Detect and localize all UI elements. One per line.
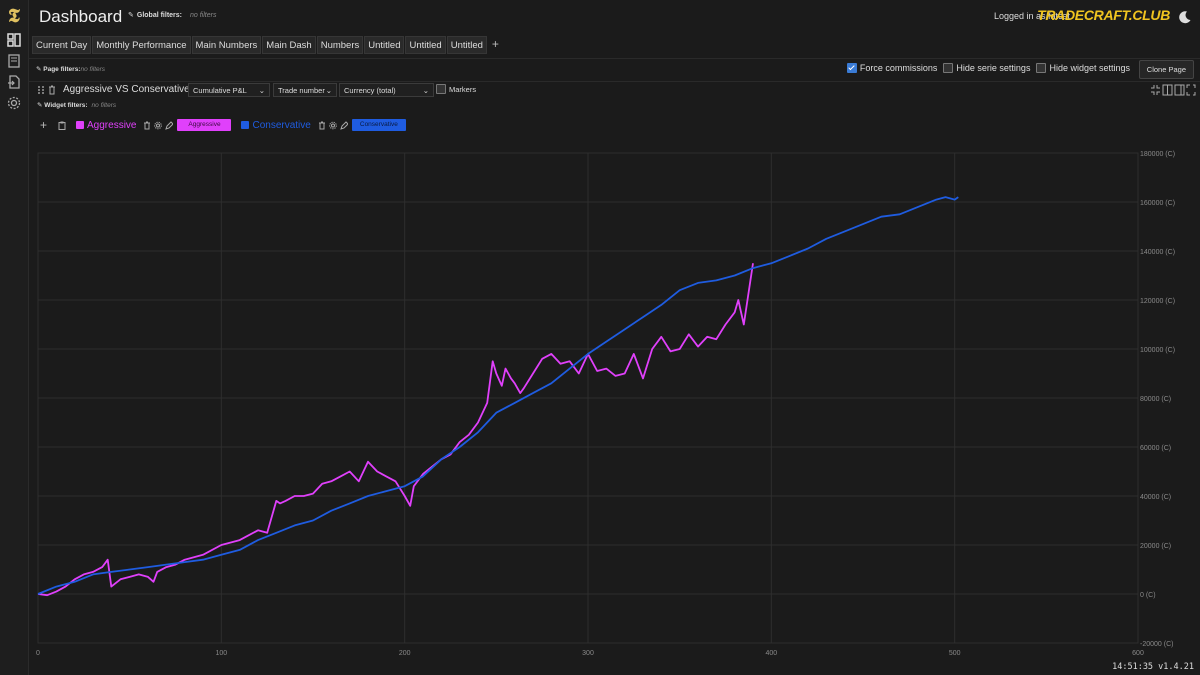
x-tick-label: 400	[765, 650, 777, 657]
checkbox-unchecked-icon[interactable]	[943, 63, 954, 73]
page-options: Force commissions Hide serie settings Hi…	[841, 63, 1130, 73]
drag-handle-icon[interactable]	[37, 85, 45, 95]
x-tick-label: 0	[36, 650, 40, 657]
tab-current-day[interactable]: Current Day	[32, 36, 92, 54]
layout-icon[interactable]	[1174, 84, 1185, 96]
conservative-series-name[interactable]: Conservative	[252, 120, 310, 131]
tab-numbers[interactable]: Numbers	[316, 36, 364, 54]
hide-serie-settings-checkbox[interactable]: Hide serie settings	[943, 63, 1030, 73]
import-file-icon[interactable]	[6, 74, 22, 90]
fullscreen-icon[interactable]	[1186, 84, 1196, 96]
widget-title[interactable]: Aggressive VS Conservative	[63, 84, 190, 95]
y-tick-label: 140000 (C)	[1140, 249, 1175, 256]
page-filters-label: Page filters:	[43, 66, 81, 73]
hide-serie-settings-label: Hide serie settings	[956, 63, 1031, 73]
brand-logo[interactable]: TRADECRAFT.CLUB	[1037, 7, 1170, 23]
y-tick-label: 180000 (C)	[1140, 151, 1175, 158]
y-tick-label: 20000 (C)	[1140, 543, 1171, 550]
xaxis-select[interactable]: Trade number ⌄	[273, 83, 337, 97]
trash-icon[interactable]	[143, 121, 151, 130]
add-series-plus-icon[interactable]: +	[40, 118, 47, 132]
aggressive-series-button[interactable]: Aggressive	[177, 119, 232, 131]
y-tick-label: 80000 (C)	[1140, 396, 1171, 403]
checkbox-checked-icon[interactable]	[846, 63, 857, 73]
y-tick-label: 160000 (C)	[1140, 200, 1175, 207]
tab-untitled-2[interactable]: Untitled	[405, 36, 446, 54]
clone-page-button[interactable]: Clone Page	[1138, 60, 1194, 79]
unit-select-value: Currency (total)	[344, 86, 396, 95]
y-tick-label: 60000 (C)	[1140, 445, 1171, 452]
global-filters-value: no filters	[190, 12, 217, 19]
pencil-icon[interactable]	[340, 120, 348, 130]
y-tick-label: 0 (C)	[1140, 592, 1156, 599]
header: Dashboard ✎ Global filters: no filters Log…	[28, 0, 1200, 34]
x-tick-label: 500	[949, 650, 961, 657]
pencil-icon: ✎	[128, 12, 134, 19]
tab-untitled-3[interactable]: Untitled	[446, 36, 487, 54]
tab-main-numbers[interactable]: Main Numbers	[191, 36, 262, 54]
y-tick-label: 40000 (C)	[1140, 494, 1171, 501]
unit-select[interactable]: Currency (total) ⌄	[339, 83, 434, 97]
aggressive-color-swatch[interactable]	[76, 121, 85, 129]
conservative-series-button[interactable]: Conservative	[351, 119, 406, 131]
force-commissions-label: Force commissions	[859, 63, 938, 73]
widget-toolbar	[1151, 84, 1196, 96]
markers-label: Markers	[449, 84, 477, 94]
y-tick-label: 100000 (C)	[1140, 347, 1175, 354]
x-tick-label: 200	[399, 650, 411, 657]
widget-filters-label: Widget filters:	[44, 102, 88, 109]
metric-select-value: Cumulative P&L	[193, 86, 247, 95]
y-tick-label: -20000 (C)	[1140, 641, 1173, 648]
trash-icon[interactable]	[48, 85, 56, 95]
chevron-down-icon: ⌄	[325, 86, 332, 95]
collapse-icon[interactable]	[1151, 85, 1160, 95]
global-filters-label: Global filters:	[136, 12, 182, 19]
checkbox-unchecked-icon[interactable]	[1036, 63, 1047, 73]
dashboard-icon[interactable]	[6, 32, 22, 48]
metric-select[interactable]: Cumulative P&L ⌄	[188, 83, 270, 97]
settings-gear-icon[interactable]	[6, 95, 22, 111]
page-title: Dashboard	[39, 7, 123, 26]
chart-area: 0 100 200 300 400 500 600 -20000 (C) 0 (C) 20000 …	[28, 143, 1200, 663]
trash-icon[interactable]	[318, 121, 326, 130]
page-tabs: Current Day Monthly Performance Main Num…	[32, 36, 503, 54]
line-chart[interactable]: 0 100 200 300 400 500 600 -20000 (C) 0 (C) 20000 …	[28, 143, 1200, 663]
version-status: 14:51:35 v1.4.21	[1112, 662, 1194, 672]
pencil-icon[interactable]	[165, 120, 174, 130]
force-commissions-checkbox[interactable]: Force commissions	[846, 63, 938, 73]
widget-filters[interactable]: ✎ Widget filters: no filters	[37, 101, 116, 109]
dark-mode-moon-icon[interactable]	[1178, 10, 1192, 24]
app-logo-icon[interactable]: 𝕿	[5, 6, 23, 26]
journal-icon[interactable]	[6, 53, 22, 69]
x-tick-label: 600	[1132, 650, 1144, 657]
clipboard-icon[interactable]	[58, 121, 66, 130]
y-tick-label: 120000 (C)	[1140, 298, 1175, 305]
conservative-color-swatch[interactable]	[241, 121, 250, 129]
add-tab-plus-icon[interactable]: +	[488, 36, 503, 54]
x-tick-label: 100	[215, 650, 227, 657]
tab-monthly-performance[interactable]: Monthly Performance	[92, 36, 191, 54]
split-view-icon[interactable]	[1162, 84, 1173, 96]
gear-icon[interactable]	[154, 121, 163, 130]
markers-checkbox[interactable]: Markers	[436, 84, 476, 94]
hide-widget-settings-label: Hide widget settings	[1049, 63, 1130, 73]
global-filters[interactable]: ✎ Global filters: no filters	[128, 11, 216, 19]
tab-untitled-1[interactable]: Untitled	[364, 36, 405, 54]
hide-widget-settings-checkbox[interactable]: Hide widget settings	[1036, 63, 1130, 73]
series-settings: + Aggressive Aggressive Conservative Con…	[40, 117, 416, 133]
chevron-down-icon: ⌄	[422, 86, 429, 95]
xaxis-select-value: Trade number	[278, 86, 325, 95]
x-tick-label: 300	[582, 650, 594, 657]
page-filters-value: no filters	[80, 66, 106, 73]
aggressive-series-name[interactable]: Aggressive	[87, 120, 136, 131]
page-options-bar: ✎ Page filters:no filters Force commissi…	[28, 58, 1200, 82]
sidebar: 𝕿	[0, 0, 29, 675]
page-filters[interactable]: ✎ Page filters:no filters	[36, 65, 105, 73]
tab-main-dash[interactable]: Main Dash	[262, 36, 316, 54]
gear-icon[interactable]	[329, 121, 337, 130]
checkbox-unchecked-icon[interactable]	[436, 84, 446, 94]
widget-header: Aggressive VS Conservative Cumulative P&…	[28, 82, 1200, 98]
chevron-down-icon: ⌄	[258, 86, 265, 95]
widget-filters-value: no filters	[91, 102, 117, 109]
